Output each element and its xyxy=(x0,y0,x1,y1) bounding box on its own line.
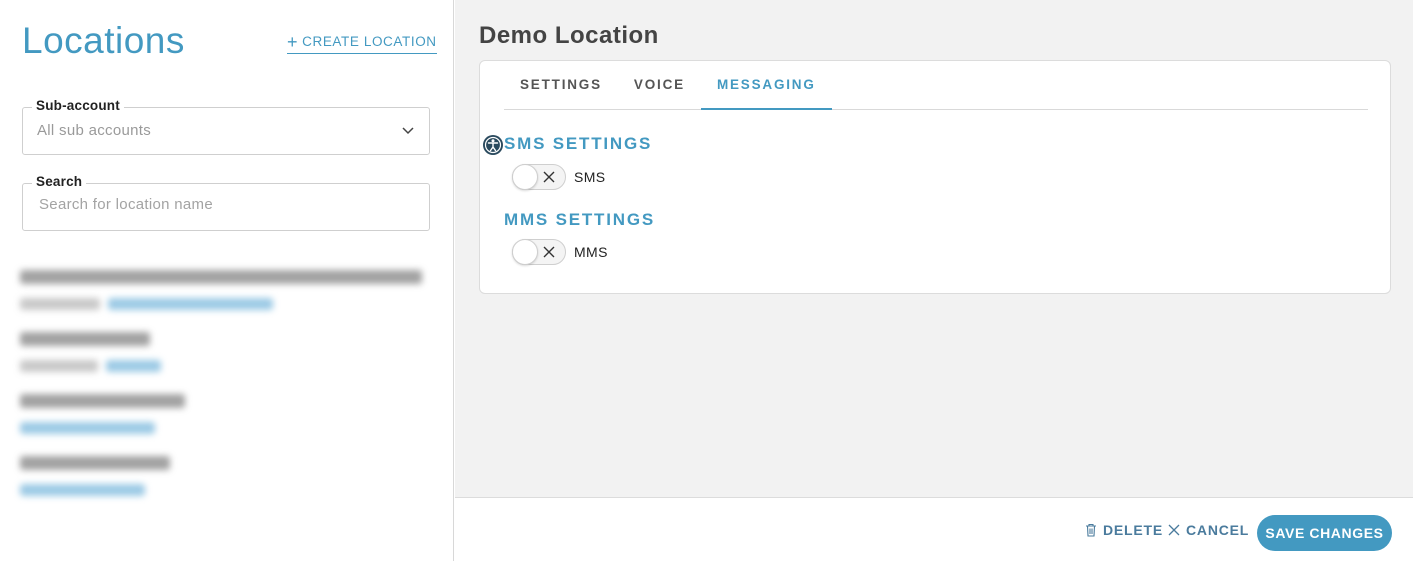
save-changes-button[interactable]: SAVE CHANGES xyxy=(1257,515,1392,551)
search-input[interactable] xyxy=(39,196,409,213)
toggle-knob xyxy=(512,239,538,265)
page-title: Demo Location xyxy=(479,22,659,49)
plus-icon: + xyxy=(287,31,299,52)
list-item[interactable] xyxy=(20,332,440,372)
mms-toggle-row: MMS xyxy=(512,239,608,265)
subaccount-label: Sub-account xyxy=(32,98,124,113)
chevron-down-icon xyxy=(402,127,414,135)
list-item[interactable] xyxy=(20,456,440,496)
sidebar-title: Locations xyxy=(22,20,185,61)
tab-voice[interactable]: VOICE xyxy=(618,61,701,110)
subaccount-select[interactable]: Sub-account All sub accounts xyxy=(22,98,430,155)
cancel-button[interactable]: CANCEL xyxy=(1168,522,1249,538)
locations-sidebar: Locations + CREATE LOCATION Sub-account … xyxy=(0,0,454,561)
trash-icon xyxy=(1086,523,1096,537)
mms-settings-title: MMS SETTINGS xyxy=(504,210,655,229)
tab-settings[interactable]: SETTINGS xyxy=(504,61,618,110)
delete-button[interactable]: DELETE xyxy=(1085,522,1163,538)
accessibility-icon[interactable] xyxy=(482,134,504,156)
mms-toggle-label: MMS xyxy=(574,244,608,260)
close-icon xyxy=(543,246,555,258)
mms-toggle[interactable] xyxy=(512,239,566,265)
create-location-button[interactable]: + CREATE LOCATION xyxy=(287,31,437,54)
search-field: Search xyxy=(22,174,430,231)
create-location-label: CREATE LOCATION xyxy=(302,34,437,49)
sms-toggle[interactable] xyxy=(512,164,566,190)
cancel-label: CANCEL xyxy=(1186,522,1250,538)
location-detail: Demo Location SETTINGS VOICE MESSAGING S… xyxy=(455,0,1413,497)
tab-bar: SETTINGS VOICE MESSAGING xyxy=(504,61,1368,110)
close-icon xyxy=(1168,524,1180,536)
sms-toggle-label: SMS xyxy=(574,169,606,185)
location-list xyxy=(20,270,440,518)
tab-messaging[interactable]: MESSAGING xyxy=(700,61,832,110)
subaccount-value: All sub accounts xyxy=(37,122,152,139)
sms-settings-title: SMS SETTINGS xyxy=(504,134,653,153)
settings-card: SETTINGS VOICE MESSAGING SMS SETTINGS SM… xyxy=(479,60,1391,294)
action-footer: DELETE CANCEL SAVE CHANGES xyxy=(455,497,1413,561)
close-icon xyxy=(543,171,555,183)
delete-label: DELETE xyxy=(1103,522,1164,538)
list-item[interactable] xyxy=(20,394,440,434)
search-label: Search xyxy=(32,174,87,189)
toggle-knob xyxy=(512,164,538,190)
list-item[interactable] xyxy=(20,270,440,310)
sms-toggle-row: SMS xyxy=(512,164,606,190)
